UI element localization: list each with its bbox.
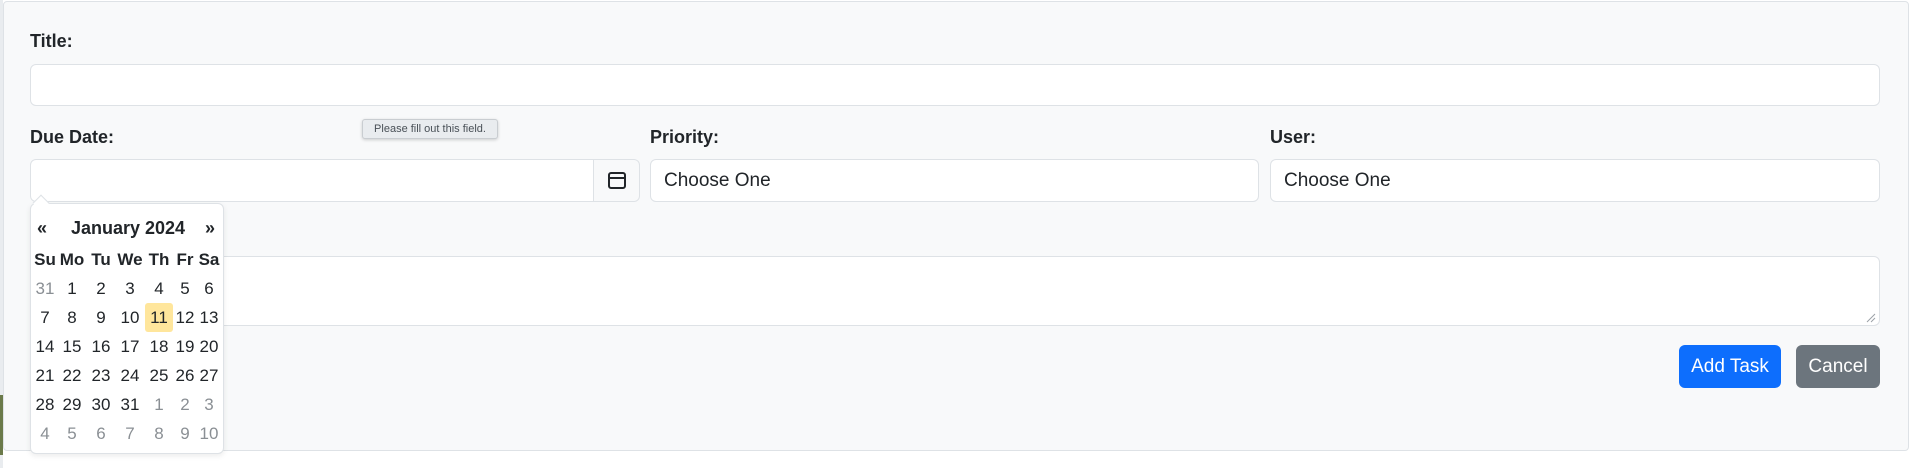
title-label: Title: [30,31,73,51]
calendar-day[interactable]: 18 [145,332,173,361]
calendar-day[interactable]: 13 [197,303,221,332]
datepicker-popup: « January 2024 » Su Mo Tu We Th Fr Sa 31 1 2 3 4 5 6 7… [30,194,224,454]
calendar-day[interactable]: 26 [173,361,197,390]
datepicker-month-title[interactable]: January 2024 [68,218,188,239]
calendar-day-other-month[interactable]: 7 [115,419,145,448]
calendar-day[interactable]: 24 [115,361,145,390]
calendar-day[interactable]: 20 [197,332,221,361]
calendar-day[interactable]: 2 [87,274,115,303]
weekday-header: Fr [176,249,194,269]
validation-tooltip: Please fill out this field. [362,119,498,139]
calendar-day[interactable]: 27 [197,361,221,390]
weekday-header: We [117,249,143,269]
calendar-day[interactable]: 5 [173,274,197,303]
weekday-header: Th [148,249,170,269]
due-date-input[interactable] [30,159,594,202]
weekday-header: Sa [198,249,220,269]
calendar-day-other-month[interactable]: 2 [173,390,197,419]
calendar-day-other-month[interactable]: 31 [33,274,57,303]
calendar-day-other-month[interactable]: 4 [33,419,57,448]
calendar-day[interactable]: 7 [33,303,57,332]
calendar-day[interactable]: 6 [197,274,221,303]
calendar-day[interactable]: 8 [57,303,87,332]
calendar-day[interactable]: 29 [57,390,87,419]
calendar-day-other-month[interactable]: 8 [145,419,173,448]
calendar-day-today[interactable]: 11 [145,303,173,332]
prev-month-button[interactable]: « [37,218,47,239]
priority-label: Priority: [650,127,720,147]
due-date-label: Due Date: [30,127,115,147]
calendar-day[interactable]: 23 [87,361,115,390]
calendar-day[interactable]: 12 [173,303,197,332]
next-month-button[interactable]: » [205,218,215,239]
calendar-day-other-month[interactable]: 5 [57,419,87,448]
calendar-day[interactable]: 15 [57,332,87,361]
calendar-day[interactable]: 3 [115,274,145,303]
description-textarea[interactable] [30,256,1880,326]
calendar-day[interactable]: 4 [145,274,173,303]
calendar-day[interactable]: 28 [33,390,57,419]
calendar-day[interactable]: 9 [87,303,115,332]
weekday-header: Su [34,249,56,269]
calendar-day[interactable]: 22 [57,361,87,390]
calendar-day-other-month[interactable]: 9 [173,419,197,448]
user-label: User: [1270,127,1317,147]
title-input[interactable] [30,64,1880,106]
calendar-day[interactable]: 10 [115,303,145,332]
priority-select[interactable]: Choose One [650,159,1259,202]
weekday-header: Tu [91,249,111,269]
calendar-day-other-month[interactable]: 6 [87,419,115,448]
cancel-button[interactable]: Cancel [1796,345,1880,388]
calendar-day-other-month[interactable]: 10 [197,419,221,448]
calendar-day[interactable]: 25 [145,361,173,390]
calendar-day[interactable]: 31 [115,390,145,419]
resize-grip-icon[interactable] [1864,311,1876,323]
calendar-day-other-month[interactable]: 1 [145,390,173,419]
calendar-day[interactable]: 30 [87,390,115,419]
calendar-button[interactable] [593,159,640,202]
add-task-button[interactable]: Add Task [1679,345,1781,388]
calendar-day[interactable]: 14 [33,332,57,361]
datepicker-grid: Su Mo Tu We Th Fr Sa 31 1 2 3 4 5 6 7 8 9 10 11 12 13 14 15 16 1… [33,245,223,448]
calendar-icon [607,172,626,189]
weekday-header: Mo [59,249,85,269]
calendar-day[interactable]: 19 [173,332,197,361]
calendar-day[interactable]: 17 [115,332,145,361]
calendar-day[interactable]: 1 [57,274,87,303]
user-select[interactable]: Choose One [1270,159,1880,202]
calendar-day[interactable]: 16 [87,332,115,361]
calendar-day-other-month[interactable]: 3 [197,390,221,419]
calendar-day[interactable]: 21 [33,361,57,390]
